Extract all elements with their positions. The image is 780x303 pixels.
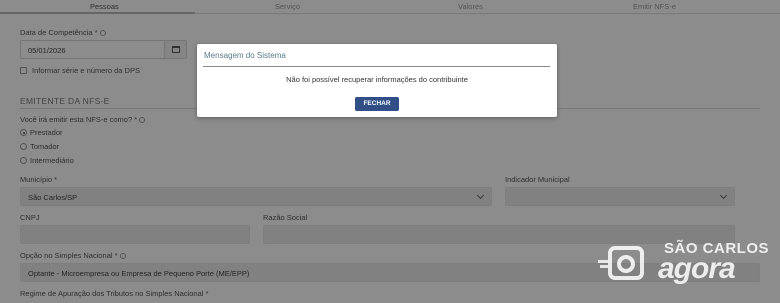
dialog-divider [203, 66, 550, 67]
watermark-logo-icon [598, 246, 644, 280]
system-message-dialog: Mensagem do Sistema Não foi possível rec… [197, 44, 557, 117]
dialog-message: Não foi possível recuperar informações d… [286, 75, 468, 84]
watermark-line2: agora [658, 252, 736, 285]
close-button[interactable]: FECHAR [355, 97, 399, 111]
watermark: SÃO CARLOS agora [598, 238, 769, 288]
dialog-title: Mensagem do Sistema [204, 51, 286, 60]
